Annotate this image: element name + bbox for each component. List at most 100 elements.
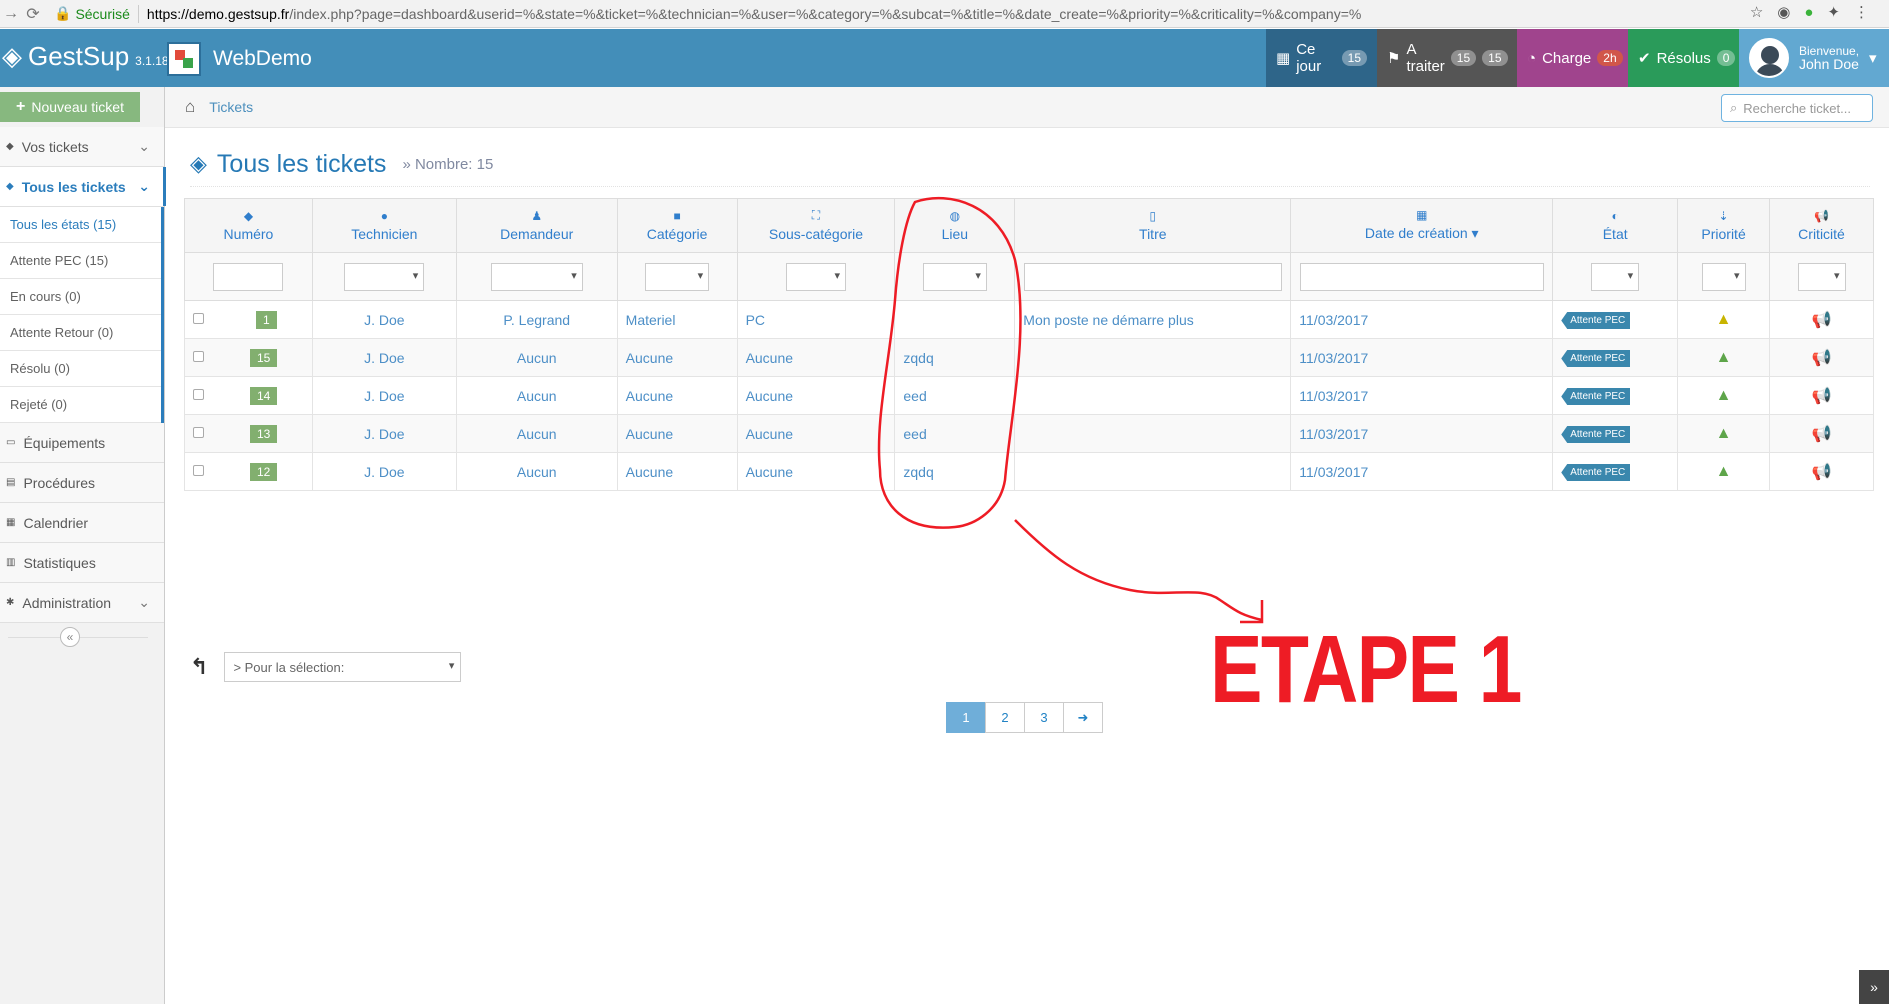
sidebar-item-equipments[interactable]: ▭ Équipements <box>0 423 164 463</box>
cell-criticite[interactable]: 📢 <box>1769 338 1874 377</box>
cell-souscategorie[interactable]: Aucune <box>736 452 896 491</box>
cell-categorie[interactable]: Aucune <box>616 414 738 453</box>
ticket-number[interactable]: 1 <box>256 310 277 329</box>
cell-technicien[interactable]: J. Doe <box>311 414 457 453</box>
cell-criticite[interactable]: 📢 <box>1769 376 1874 415</box>
filter-technicien-select[interactable] <box>344 262 425 291</box>
brand-logo[interactable]: ◈ GestSup 3.1.18 <box>2 41 169 72</box>
cell-etat[interactable]: Attente PEC <box>1552 452 1679 491</box>
filter-numero-input[interactable] <box>213 262 284 291</box>
sidebar-item-your-tickets[interactable]: ◆ Vos tickets ⌄ <box>0 127 164 167</box>
sidebar-item-admin[interactable]: ✱ Administration ⌄ <box>0 583 164 623</box>
table-row[interactable]: 15 J. Doe Aucun Aucune Aucune zqdq 11/03… <box>184 338 1874 377</box>
row-checkbox[interactable] <box>193 388 204 400</box>
extension-puzzle-icon[interactable]: ✦ <box>1827 3 1840 21</box>
extension-green-icon[interactable]: ● <box>1804 4 1813 21</box>
menu-icon[interactable]: ⋮ <box>1854 3 1869 21</box>
cell-lieu[interactable] <box>894 300 1016 339</box>
cell-souscategorie[interactable]: Aucune <box>736 414 896 453</box>
adblock-icon[interactable]: ◉ <box>1777 3 1790 21</box>
cell-demandeur[interactable]: Aucun <box>455 452 618 491</box>
solved-button[interactable]: ✔ Résolus 0 <box>1628 29 1739 87</box>
cell-date[interactable]: 11/03/2017 <box>1290 338 1554 377</box>
user-menu[interactable]: Bienvenue, John Doe ▾ <box>1739 29 1889 87</box>
cell-lieu[interactable]: zqdq <box>894 452 1016 491</box>
ticket-number[interactable]: 12 <box>250 462 278 481</box>
sidebar-sub-in-progress[interactable]: En cours (0) <box>0 279 161 315</box>
col-criticite[interactable]: 📢 Criticité <box>1769 198 1874 253</box>
sidebar-sub-all-states[interactable]: Tous les états (15) <box>0 207 161 243</box>
cell-lieu[interactable]: zqdq <box>894 338 1016 377</box>
cell-technicien[interactable]: J. Doe <box>311 452 457 491</box>
cell-demandeur[interactable]: Aucun <box>455 414 618 453</box>
cell-categorie[interactable]: Materiel <box>616 300 738 339</box>
sidebar-item-all-tickets[interactable]: ◆ Tous les tickets ⌄ <box>0 167 166 207</box>
home-icon[interactable]: ⌂ <box>185 97 195 117</box>
cell-priorite[interactable]: ▲ <box>1677 300 1771 339</box>
col-numero[interactable]: ◆ Numéro <box>184 198 313 253</box>
cell-demandeur[interactable]: Aucun <box>455 338 618 377</box>
cell-criticite[interactable]: 📢 <box>1769 452 1874 491</box>
cell-souscategorie[interactable]: PC <box>736 300 896 339</box>
ticket-number[interactable]: 15 <box>250 348 278 367</box>
page-3[interactable]: 3 <box>1024 702 1064 733</box>
cell-priorite[interactable]: ▲ <box>1677 414 1771 453</box>
col-souscategorie[interactable]: ⛶ Sous-catégorie <box>736 198 896 253</box>
cell-titre[interactable] <box>1014 376 1292 415</box>
row-checkbox[interactable] <box>193 426 204 438</box>
row-checkbox[interactable] <box>193 464 204 476</box>
page-2[interactable]: 2 <box>985 702 1025 733</box>
cell-titre[interactable] <box>1014 452 1292 491</box>
col-lieu[interactable]: ◍ Lieu <box>894 198 1016 253</box>
cell-demandeur[interactable]: Aucun <box>455 376 618 415</box>
col-date[interactable]: ▦ Date de création ▾ <box>1290 198 1554 253</box>
sidebar-sub-resolved[interactable]: Résolu (0) <box>0 351 161 387</box>
table-row[interactable]: 14 J. Doe Aucun Aucune Aucune eed 11/03/… <box>184 376 1874 415</box>
secure-indicator[interactable]: 🔒 Sécurisé <box>54 5 130 22</box>
next-page-icon[interactable]: ➜ <box>1063 702 1103 733</box>
cell-date[interactable]: 11/03/2017 <box>1290 452 1554 491</box>
cell-lieu[interactable]: eed <box>894 414 1016 453</box>
filter-etat-select[interactable] <box>1591 262 1640 291</box>
ticket-number[interactable]: 13 <box>250 424 278 443</box>
cell-souscategorie[interactable]: Aucune <box>736 376 896 415</box>
filter-date-input[interactable] <box>1299 262 1544 291</box>
cell-titre[interactable]: Mon poste ne démarre plus <box>1014 300 1292 339</box>
cell-categorie[interactable]: Aucune <box>616 338 738 377</box>
cell-etat[interactable]: Attente PEC <box>1552 414 1679 453</box>
col-categorie[interactable]: ■ Catégorie <box>616 198 738 253</box>
filter-priorite-select[interactable] <box>1701 262 1746 291</box>
col-etat[interactable]: ◐ État <box>1552 198 1679 253</box>
sidebar-sub-waiting[interactable]: Attente PEC (15) <box>0 243 161 279</box>
filter-souscategorie-select[interactable] <box>785 262 846 291</box>
cell-technicien[interactable]: J. Doe <box>311 376 457 415</box>
row-checkbox[interactable] <box>193 312 204 324</box>
cell-technicien[interactable]: J. Doe <box>311 338 457 377</box>
cell-criticite[interactable]: 📢 <box>1769 414 1874 453</box>
cell-etat[interactable]: Attente PEC <box>1552 300 1679 339</box>
col-demandeur[interactable]: ♟ Demandeur <box>455 198 618 253</box>
cell-date[interactable]: 11/03/2017 <box>1290 414 1554 453</box>
filter-criticite-select[interactable] <box>1797 262 1846 291</box>
today-button[interactable]: ▦ Ce jour 15 <box>1266 29 1377 87</box>
scroll-top-icon[interactable]: » <box>1859 970 1889 1004</box>
sidebar-sub-rejected[interactable]: Rejeté (0) <box>0 387 161 423</box>
filter-demandeur-select[interactable] <box>490 262 583 291</box>
cell-priorite[interactable]: ▲ <box>1677 452 1771 491</box>
table-row[interactable]: 1 J. Doe P. Legrand Materiel PC Mon post… <box>184 300 1874 339</box>
col-technicien[interactable]: ● Technicien <box>311 198 457 253</box>
sidebar-sub-waiting-return[interactable]: Attente Retour (0) <box>0 315 161 351</box>
search-input[interactable]: ⌕ Recherche ticket... <box>1721 94 1873 122</box>
cell-demandeur[interactable]: P. Legrand <box>455 300 618 339</box>
sidebar-item-procedures[interactable]: ▤ Procédures <box>0 463 164 503</box>
cell-titre[interactable] <box>1014 414 1292 453</box>
col-priorite[interactable]: ⇣ Priorité <box>1677 198 1771 253</box>
cell-priorite[interactable]: ▲ <box>1677 338 1771 377</box>
sidebar-collapse-icon[interactable]: « <box>60 627 80 647</box>
cell-criticite[interactable]: 📢 <box>1769 300 1874 339</box>
breadcrumb-tickets[interactable]: Tickets <box>209 99 253 115</box>
cell-souscategorie[interactable]: Aucune <box>736 338 896 377</box>
ticket-number[interactable]: 14 <box>250 386 278 405</box>
cell-lieu[interactable]: eed <box>894 376 1016 415</box>
todo-button[interactable]: ⚑ A traiter 15 15 <box>1377 29 1517 87</box>
